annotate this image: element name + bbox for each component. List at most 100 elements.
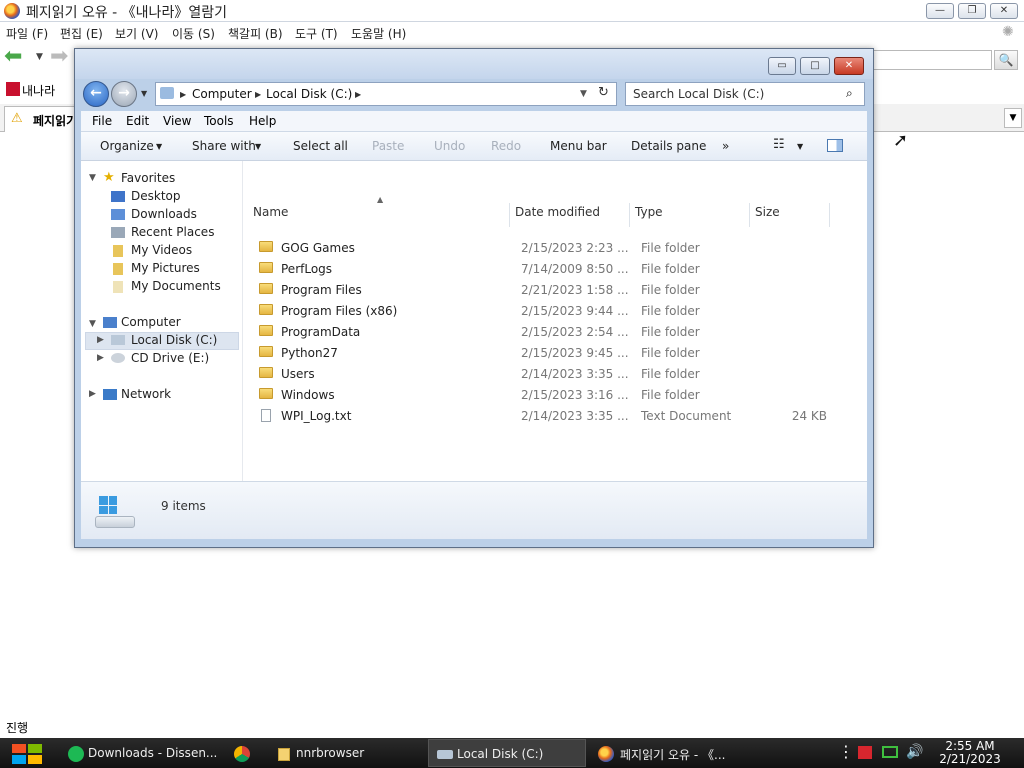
share-with-button[interactable]: Share with [192, 139, 256, 153]
column-header-date[interactable]: Date modified [515, 205, 600, 219]
menu-edit[interactable]: Edit [126, 114, 149, 128]
column-divider[interactable] [629, 203, 630, 227]
browser-search-button[interactable]: 🔍 [994, 50, 1018, 70]
paste-button[interactable]: Paste [372, 139, 404, 153]
tab-list-dropdown[interactable]: ▼ [1004, 108, 1022, 128]
file-row[interactable]: Windows 2/15/2023 3:16 ... File folder [249, 386, 849, 406]
taskbar-item-local-disk[interactable]: Local Disk (C:) [428, 739, 586, 767]
browser-menu-bookmarks[interactable]: 책갈피 (B) [228, 25, 283, 42]
taskbar-item-downloads[interactable]: Downloads - Dissen... [60, 739, 217, 767]
address-bar[interactable]: ▶ Computer ▶ Local Disk (C:) ▶ ▼ ↻ [155, 82, 617, 106]
file-row[interactable]: Program Files 2/21/2023 1:58 ... File fold… [249, 281, 849, 301]
browser-restore-button[interactable]: ❐ [958, 3, 986, 19]
cd-drive-icon [111, 353, 125, 363]
browser-menu-view[interactable]: 보기 (V) [115, 25, 158, 42]
network-tray-icon[interactable] [882, 746, 898, 758]
explorer-minimize-button[interactable]: ▭ [768, 57, 796, 75]
browser-forward-icon[interactable]: ➡ [50, 46, 68, 68]
system-clock[interactable]: 2:55 AM 2/21/2023 [930, 740, 1010, 766]
recent-pages-dropdown-icon[interactable]: ▼ [141, 89, 147, 98]
file-row[interactable]: WPI_Log.txt 2/14/2023 3:35 ... Text Docume… [249, 407, 849, 427]
browser-menu-tools[interactable]: 도구 (T) [295, 25, 338, 42]
local-disk-expand-icon[interactable]: ▶ [97, 335, 104, 345]
nav-my-videos[interactable]: My Videos [131, 243, 192, 257]
nav-my-pictures[interactable]: My Pictures [131, 261, 200, 275]
taskbar-item-nnrbrowser[interactable]: nnrbrowser [268, 739, 418, 767]
taskbar-item-chrome[interactable] [224, 739, 260, 767]
desktop-icon [111, 191, 125, 202]
nav-recent-places[interactable]: Recent Places [131, 225, 214, 239]
column-divider[interactable] [749, 203, 750, 227]
browser-menu-help[interactable]: 도움말 (H) [351, 25, 406, 42]
file-name: Users [281, 367, 315, 381]
browser-minimize-button[interactable]: — [926, 3, 954, 19]
overflow-menu-icon[interactable]: ⋮ [838, 743, 854, 761]
nav-local-disk[interactable]: Local Disk (C:) [131, 333, 217, 347]
view-dropdown-icon[interactable]: ▼ [797, 142, 803, 151]
back-dropdown-icon[interactable]: ▼ [36, 52, 43, 62]
cd-drive-expand-icon[interactable]: ▶ [97, 353, 104, 363]
redo-button[interactable]: Redo [491, 139, 521, 153]
explorer-maximize-button[interactable]: □ [800, 57, 830, 75]
start-button[interactable] [0, 738, 52, 768]
refresh-icon[interactable]: ↻ [598, 85, 609, 100]
browser-menu-edit[interactable]: 편집 (E) [60, 25, 103, 42]
column-divider[interactable] [829, 203, 830, 227]
column-divider[interactable] [509, 203, 510, 227]
breadcrumb-local-disk[interactable]: Local Disk (C:) [266, 87, 352, 101]
file-row[interactable]: Program Files (x86) 2/15/2023 9:44 ... Fil… [249, 302, 849, 322]
menu-tools[interactable]: Tools [204, 114, 234, 128]
view-options-icon[interactable]: ☷ [773, 137, 785, 152]
browser-back-icon[interactable]: ⬅ [4, 46, 22, 68]
favorites-collapse-icon[interactable]: ▼ [89, 173, 96, 183]
computer-collapse-icon[interactable]: ▼ [89, 319, 96, 329]
back-button[interactable]: ← [83, 81, 109, 107]
file-row[interactable]: GOG Games 2/15/2023 2:23 ... File folder [249, 239, 849, 259]
more-commands-button[interactable]: » [722, 139, 729, 153]
bookmark-naenara[interactable]: 내나라 [22, 82, 55, 99]
action-center-flag-icon[interactable] [858, 746, 872, 759]
nav-desktop[interactable]: Desktop [131, 189, 181, 203]
browser-search-input[interactable] [870, 50, 992, 70]
file-type: File folder [641, 283, 700, 297]
network-expand-icon[interactable]: ▶ [89, 389, 96, 399]
file-date: 2/15/2023 2:23 ... [521, 241, 629, 255]
column-header-size[interactable]: Size [755, 205, 780, 219]
nav-cd-drive[interactable]: CD Drive (E:) [131, 351, 209, 365]
nav-favorites[interactable]: Favorites [121, 171, 175, 185]
command-bar: Organize ▼ Share with ▼ Select all Paste… [81, 131, 867, 161]
column-header-name[interactable]: Name [253, 205, 288, 219]
organize-button[interactable]: Organize [100, 139, 154, 153]
forward-button[interactable]: → [111, 81, 137, 107]
undo-button[interactable]: Undo [434, 139, 465, 153]
nav-computer[interactable]: Computer [121, 315, 181, 329]
menu-help[interactable]: Help [249, 114, 276, 128]
file-row[interactable]: ProgramData 2/15/2023 2:54 ... File folder [249, 323, 849, 343]
menu-bar-button[interactable]: Menu bar [550, 139, 607, 153]
menu-file[interactable]: File [92, 114, 112, 128]
browser-menu-go[interactable]: 이동 (S) [172, 25, 215, 42]
browser-menu-file[interactable]: 파일 (F) [6, 25, 48, 42]
browser-tab[interactable]: ⚠ 페지읽기 [4, 106, 84, 132]
my-documents-icon [113, 281, 123, 293]
search-input[interactable]: Search Local Disk (C:) ⌕ [625, 82, 865, 106]
taskbar-item-browser[interactable]: 페지읽기 오유 - 《... [592, 739, 752, 767]
address-row: ← → ▼ ▶ Computer ▶ Local Disk (C:) ▶ ▼ ↻… [75, 79, 873, 111]
menu-view[interactable]: View [163, 114, 191, 128]
nav-my-documents[interactable]: My Documents [131, 279, 221, 293]
browser-close-button[interactable]: ✕ [990, 3, 1018, 19]
address-dropdown-icon[interactable]: ▼ [580, 89, 587, 99]
search-icon[interactable]: ⌕ [846, 86, 853, 101]
column-header-type[interactable]: Type [635, 205, 663, 219]
file-row[interactable]: Users 2/14/2023 3:35 ... File folder [249, 365, 849, 385]
select-all-button[interactable]: Select all [293, 139, 348, 153]
explorer-close-button[interactable]: ✕ [834, 57, 864, 75]
preview-pane-icon[interactable] [827, 139, 843, 152]
file-row[interactable]: PerfLogs 7/14/2009 8:50 ... File folder [249, 260, 849, 280]
nav-downloads[interactable]: Downloads [131, 207, 197, 221]
nav-network[interactable]: Network [121, 387, 171, 401]
breadcrumb-computer[interactable]: Computer [192, 87, 252, 101]
file-row[interactable]: Python27 2/15/2023 9:45 ... File folder [249, 344, 849, 364]
volume-icon[interactable]: 🔊 [906, 744, 923, 760]
details-pane-button[interactable]: Details pane [631, 139, 706, 153]
